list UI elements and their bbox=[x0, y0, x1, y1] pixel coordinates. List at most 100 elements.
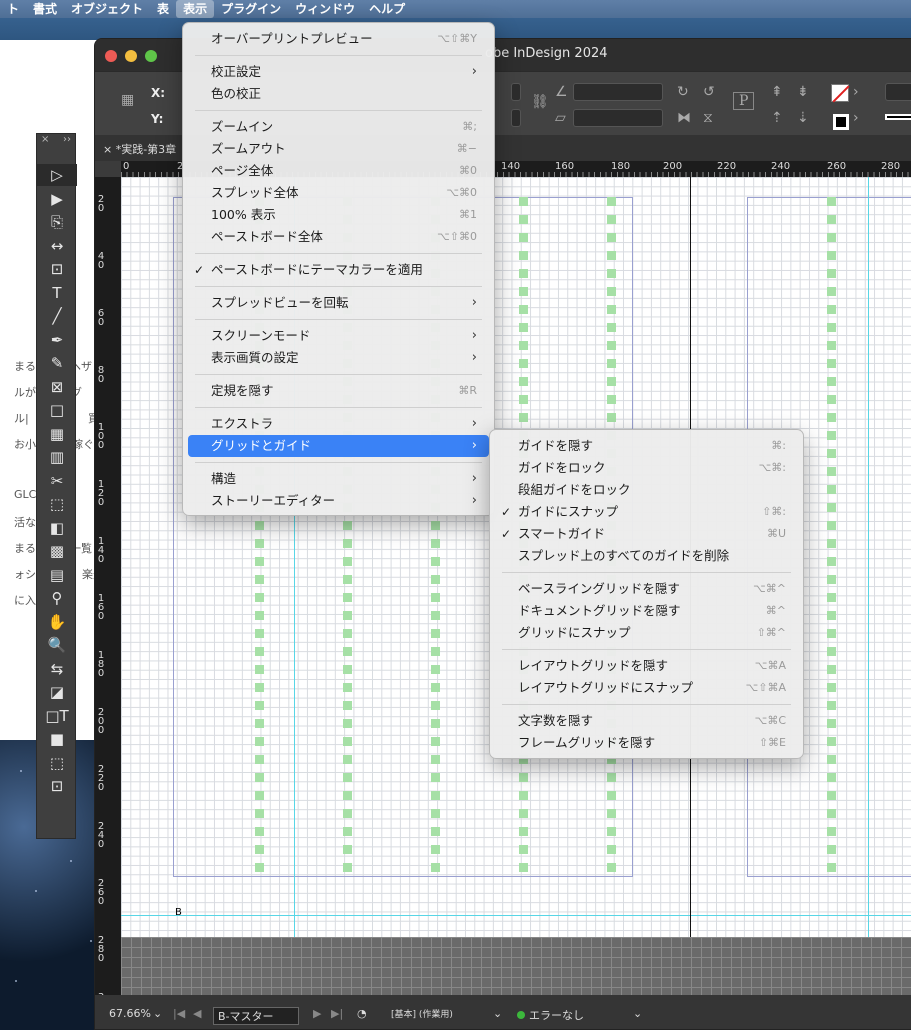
selection-tool-icon[interactable]: ▷ bbox=[37, 164, 77, 186]
stroke-swatch[interactable] bbox=[833, 114, 849, 130]
menu-item[interactable]: フレームグリッドを隠す ⇧⌘E bbox=[495, 732, 798, 754]
menu-item[interactable]: レイアウトグリッドを隠す ⌥⌘A bbox=[495, 655, 798, 677]
menu-item[interactable]: ベースライングリッドを隠す ⌥⌘^ bbox=[495, 578, 798, 600]
menubar-item-0[interactable]: ト bbox=[0, 0, 26, 18]
gap-tool-icon[interactable]: ↔ bbox=[37, 235, 77, 257]
select-next-icon[interactable]: ⇣ bbox=[797, 110, 809, 126]
menubar-item-2[interactable]: オブジェクト bbox=[64, 0, 150, 18]
vertical-grid-tool-icon[interactable]: ▥ bbox=[37, 446, 77, 468]
rectangle-tool-icon[interactable]: □ bbox=[37, 399, 77, 421]
apply-color-icon[interactable]: ■ bbox=[37, 728, 77, 750]
menu-item[interactable]: 段組ガイドをロック bbox=[495, 479, 798, 501]
menu-item[interactable]: 文字数を隠す ⌥⌘C bbox=[495, 710, 798, 732]
page-tool-icon[interactable]: ⎘ bbox=[37, 211, 77, 233]
select-previous-icon[interactable]: ⇡ bbox=[771, 110, 783, 126]
menu-item[interactable]: ページ全体 ⌘0 bbox=[188, 160, 489, 182]
cyan-guide-vertical-2[interactable] bbox=[868, 177, 869, 945]
rotation-angle-field[interactable] bbox=[573, 83, 663, 101]
shear-angle-field[interactable] bbox=[573, 109, 663, 127]
preflight-dropdown-icon[interactable]: ⌄ bbox=[633, 1007, 642, 1020]
zoom-window-button[interactable] bbox=[145, 50, 157, 62]
free-transform-tool-icon[interactable]: ⬚ bbox=[37, 493, 77, 515]
menu-item[interactable]: ズームイン ⌘; bbox=[188, 116, 489, 138]
stroke-style-preview[interactable] bbox=[885, 114, 911, 120]
fill-stroke-icon[interactable]: ◪ bbox=[37, 681, 77, 703]
formatting-affects-icon[interactable]: □T bbox=[37, 705, 77, 727]
note-tool-icon[interactable]: ▤ bbox=[37, 564, 77, 586]
menubar-item-6[interactable]: ウィンドウ bbox=[288, 0, 362, 18]
menu-item[interactable]: 定規を隠す ⌘R bbox=[188, 380, 489, 402]
select-container-icon[interactable]: ⇞ bbox=[771, 84, 783, 100]
menu-item[interactable]: 100% 表示 ⌘1 bbox=[188, 204, 489, 226]
menu-item[interactable]: スクリーンモード › bbox=[188, 325, 489, 347]
menu-item[interactable]: ズームアウト ⌘− bbox=[188, 138, 489, 160]
previous-page-icon[interactable]: ◀ bbox=[193, 1007, 201, 1020]
swap-fill-stroke-icon[interactable]: ⇆ bbox=[37, 658, 77, 680]
reference-point-icon[interactable]: ▦ bbox=[121, 92, 134, 108]
menu-item[interactable]: エクストラ › bbox=[188, 413, 489, 435]
flip-horizontal-icon[interactable]: ⧓ bbox=[677, 110, 691, 126]
rectangle-frame-tool-icon[interactable]: ⊠ bbox=[37, 376, 77, 398]
menu-item[interactable]: スプレッド上のすべてのガイドを削除 bbox=[495, 545, 798, 567]
menu-item[interactable]: スプレッド全体 ⌥⌘0 bbox=[188, 182, 489, 204]
stroke-dropdown-icon[interactable]: › bbox=[853, 110, 859, 126]
last-page-icon[interactable]: ▶| bbox=[331, 1007, 343, 1020]
fill-swatch[interactable] bbox=[831, 84, 850, 103]
menu-item[interactable]: 表示画質の設定 › bbox=[188, 347, 489, 369]
menu-item[interactable]: グリッドとガイド › bbox=[188, 435, 489, 457]
menu-item[interactable]: ガイドをロック ⌥⌘: bbox=[495, 457, 798, 479]
menu-item[interactable]: 色の校正 bbox=[188, 83, 489, 105]
vertical-ruler[interactable]: 2 0 4 0 6 0 8 0 1 0 0 1 2 0 1 4 0 1 6 0 1 8 0 2 0… bbox=[95, 177, 121, 1021]
line-tool-icon[interactable]: ╱ bbox=[37, 305, 77, 327]
document-tab[interactable]: × *実践-第3章 bbox=[103, 141, 176, 157]
eyedropper-tool-icon[interactable]: ⚲ bbox=[37, 587, 77, 609]
first-page-icon[interactable]: |◀ bbox=[173, 1007, 185, 1020]
height-field[interactable] bbox=[511, 109, 521, 127]
direct-selection-tool-icon[interactable]: ▶ bbox=[37, 188, 77, 210]
preflight-open-icon[interactable]: ◔ bbox=[357, 1007, 367, 1020]
pen-tool-icon[interactable]: ✒ bbox=[37, 329, 77, 351]
hand-tool-icon[interactable]: ✋ bbox=[37, 611, 77, 633]
menubar-item-5[interactable]: プラグイン bbox=[214, 0, 288, 18]
zoom-tool-icon[interactable]: 🔍 bbox=[37, 634, 77, 656]
width-field[interactable] bbox=[511, 83, 521, 101]
menu-item[interactable]: スプレッドビューを回転 › bbox=[188, 292, 489, 314]
menu-item[interactable]: 構造 › bbox=[188, 468, 489, 490]
gradient-swatch-tool-icon[interactable]: ◧ bbox=[37, 517, 77, 539]
menu-item[interactable]: ✓ スマートガイド ⌘U bbox=[495, 523, 798, 545]
menu-item[interactable]: ✓ ガイドにスナップ ⇧⌘: bbox=[495, 501, 798, 523]
tools-panel-close-icon[interactable]: × bbox=[41, 134, 49, 145]
menu-item[interactable]: レイアウトグリッドにスナップ ⌥⇧⌘A bbox=[495, 677, 798, 699]
content-collector-icon[interactable]: ⊡ bbox=[37, 258, 77, 280]
cyan-guide-horizontal[interactable] bbox=[121, 915, 911, 916]
scissors-tool-icon[interactable]: ✂ bbox=[37, 470, 77, 492]
screen-mode-icon[interactable]: ⊡ bbox=[37, 775, 77, 797]
gradient-feather-tool-icon[interactable]: ▩ bbox=[37, 540, 77, 562]
menubar-item-1[interactable]: 書式 bbox=[26, 0, 64, 18]
rotate-ccw-icon[interactable]: ↺ bbox=[703, 84, 715, 100]
stroke-weight-field[interactable] bbox=[885, 83, 911, 101]
preflight-profile[interactable]: [基本] (作業用) bbox=[391, 1007, 453, 1020]
menu-item[interactable]: ペーストボード全体 ⌥⇧⌘0 bbox=[188, 226, 489, 248]
view-mode-icon[interactable]: ⬚ bbox=[37, 752, 77, 774]
close-window-button[interactable] bbox=[105, 50, 117, 62]
pencil-tool-icon[interactable]: ✎ bbox=[37, 352, 77, 374]
fill-dropdown-icon[interactable]: › bbox=[853, 84, 859, 100]
menubar-item-7[interactable]: ヘルプ bbox=[362, 0, 412, 18]
menu-item[interactable]: ✓ ペーストボードにテーマカラーを適用 bbox=[188, 259, 489, 281]
menu-item[interactable]: ドキュメントグリッドを隠す ⌘^ bbox=[495, 600, 798, 622]
select-content-icon[interactable]: ⇟ bbox=[797, 84, 809, 100]
menubar-item-4[interactable]: 表示 bbox=[176, 0, 215, 18]
constrain-proportions-icon[interactable]: ⛓ bbox=[531, 94, 549, 110]
minimize-window-button[interactable] bbox=[125, 50, 137, 62]
menubar-item-3[interactable]: 表 bbox=[150, 0, 176, 18]
horizontal-grid-tool-icon[interactable]: ▦ bbox=[37, 423, 77, 445]
zoom-level[interactable]: 67.66% bbox=[109, 1007, 151, 1020]
zoom-dropdown-icon[interactable]: ⌄ bbox=[153, 1007, 162, 1020]
profile-dropdown-icon[interactable]: ⌄ bbox=[493, 1007, 502, 1020]
flip-vertical-icon[interactable]: ⧖ bbox=[703, 110, 713, 126]
page-selector[interactable]: B-マスター bbox=[213, 1007, 299, 1025]
menu-item[interactable]: オーバープリントプレビュー ⌥⇧⌘Y bbox=[188, 28, 489, 50]
preflight-status[interactable]: エラーなし bbox=[517, 1007, 584, 1023]
rotate-cw-icon[interactable]: ↻ bbox=[677, 84, 689, 100]
